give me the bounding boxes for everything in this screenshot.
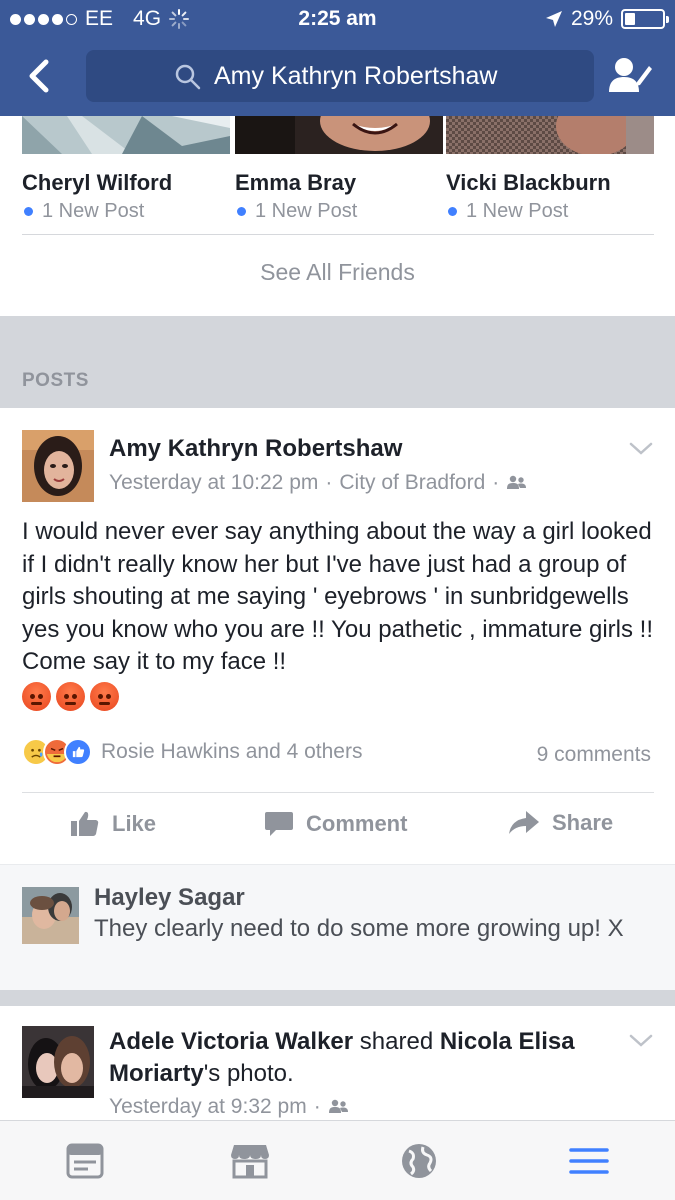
battery-percent: 29% xyxy=(570,7,613,30)
friend-card[interactable]: Vicki Blackburn 1 New Post xyxy=(446,96,654,223)
share-button[interactable]: Share xyxy=(508,810,613,836)
post-time[interactable]: Yesterday at 10:22 pm xyxy=(109,471,318,495)
meta-separator: · xyxy=(325,471,333,494)
meta-separator: · xyxy=(492,471,500,494)
commenter-name[interactable]: Hayley Sagar xyxy=(94,884,245,912)
see-all-friends-link[interactable]: See All Friends xyxy=(0,259,675,286)
status-right: 29% xyxy=(545,7,669,31)
post-actions: Like Comment Share xyxy=(0,804,675,850)
comments-count-link[interactable]: 9 comments xyxy=(537,743,651,767)
post2-verb: shared xyxy=(359,1028,434,1055)
comment-text: They clearly need to do some more growin… xyxy=(94,915,624,942)
post-meta: Yesterday at 10:22 pm · City of Bradford… xyxy=(109,471,528,495)
posts-section-header: POSTS xyxy=(0,316,675,408)
friends-audience-icon xyxy=(507,475,527,489)
search-icon xyxy=(175,64,201,90)
comment-preview[interactable]: Hayley Sagar They clearly need to do som… xyxy=(0,864,675,990)
location-arrow-icon xyxy=(545,11,562,27)
post-author[interactable]: Amy Kathryn Robertshaw xyxy=(109,435,402,463)
author-avatar[interactable] xyxy=(22,430,94,502)
share-arrow-icon xyxy=(509,811,539,834)
friend-photo xyxy=(446,96,654,156)
battery-level xyxy=(625,13,636,25)
section-separator xyxy=(0,990,675,1006)
post2-author[interactable]: Adele Victoria Walker xyxy=(109,1028,353,1055)
friend-name[interactable]: Vicki Blackburn xyxy=(446,170,654,196)
friends-section: Cheryl Wilford 1 New Post Emma Bray 1 Ne… xyxy=(0,91,675,316)
post-emojis xyxy=(22,682,119,711)
angry-face-emoji-icon xyxy=(22,682,51,711)
speech-bubble-icon xyxy=(265,812,293,836)
friend-photo xyxy=(22,116,230,154)
friend-new-posts-label: 1 New Post xyxy=(42,200,145,222)
post-location[interactable]: City of Bradford xyxy=(339,471,485,495)
header: EE 4G 2:25 am 29% Amy Kathryn Robertshaw xyxy=(0,0,675,116)
battery-icon xyxy=(621,9,669,29)
marketplace-tab-icon[interactable] xyxy=(228,1141,272,1181)
friend-new-posts-label: 1 New Post xyxy=(255,200,358,222)
notifications-globe-tab-icon[interactable] xyxy=(397,1141,441,1181)
friends-audience-icon xyxy=(328,1099,348,1113)
like-label: Like xyxy=(112,811,157,836)
friend-new-posts-label: 1 New Post xyxy=(466,200,569,222)
reactions-summary[interactable]: Rosie Hawkins and 4 others xyxy=(22,738,362,766)
profile-edit-button[interactable] xyxy=(607,54,653,98)
bottom-tab-bar xyxy=(0,1120,675,1200)
friend-name[interactable]: Cheryl Wilford xyxy=(22,170,230,196)
back-button[interactable] xyxy=(18,54,62,98)
commenter-avatar[interactable] xyxy=(22,887,79,944)
unread-dot-icon xyxy=(448,207,457,216)
comment-label: Comment xyxy=(306,811,408,836)
post2-suffix: 's photo. xyxy=(203,1060,294,1087)
friend-card[interactable]: Cheryl Wilford 1 New Post xyxy=(22,116,230,223)
search-query: Amy Kathryn Robertshaw xyxy=(214,61,498,90)
post: Adele Victoria Walker shared Nicola Elis… xyxy=(0,1006,675,1126)
friend-new-posts: 1 New Post xyxy=(22,200,230,223)
divider xyxy=(22,792,654,793)
like-reaction-icon xyxy=(64,738,92,766)
unread-dot-icon xyxy=(237,207,246,216)
reactions-text: Rosie Hawkins and 4 others xyxy=(101,740,363,763)
friend-card[interactable]: Emma Bray 1 New Post xyxy=(235,91,443,223)
post-text: I would never ever say anything about th… xyxy=(22,518,653,675)
post-options-chevron-icon[interactable] xyxy=(629,442,653,456)
post-options-chevron-icon[interactable] xyxy=(629,1034,653,1048)
thumbs-up-icon xyxy=(71,811,99,836)
friend-name[interactable]: Emma Bray xyxy=(235,170,443,196)
nav-row: Amy Kathryn Robertshaw xyxy=(0,48,675,106)
friend-new-posts: 1 New Post xyxy=(235,200,443,223)
angry-face-emoji-icon xyxy=(90,682,119,711)
share-label: Share xyxy=(552,810,614,835)
post2-time[interactable]: Yesterday at 9:32 pm xyxy=(109,1095,307,1119)
author-avatar[interactable] xyxy=(22,1026,94,1098)
friend-photo xyxy=(235,91,443,154)
divider xyxy=(22,234,654,235)
news-feed-tab-icon[interactable] xyxy=(63,1141,107,1181)
like-button[interactable]: Like xyxy=(70,810,156,838)
friend-new-posts: 1 New Post xyxy=(446,200,654,223)
posts-label: POSTS xyxy=(22,370,89,391)
angry-face-emoji-icon xyxy=(56,682,85,711)
search-input[interactable]: Amy Kathryn Robertshaw xyxy=(86,50,594,102)
unread-dot-icon xyxy=(24,207,33,216)
menu-tab-icon[interactable] xyxy=(567,1141,611,1181)
post2-title: Adele Victoria Walker shared Nicola Elis… xyxy=(109,1026,629,1090)
post: Amy Kathryn Robertshaw Yesterday at 10:2… xyxy=(0,408,675,864)
comment-button[interactable]: Comment xyxy=(264,810,407,838)
status-bar: EE 4G 2:25 am 29% xyxy=(0,0,675,40)
meta-separator: · xyxy=(313,1095,321,1118)
post2-meta: Yesterday at 9:32 pm · xyxy=(109,1095,350,1119)
